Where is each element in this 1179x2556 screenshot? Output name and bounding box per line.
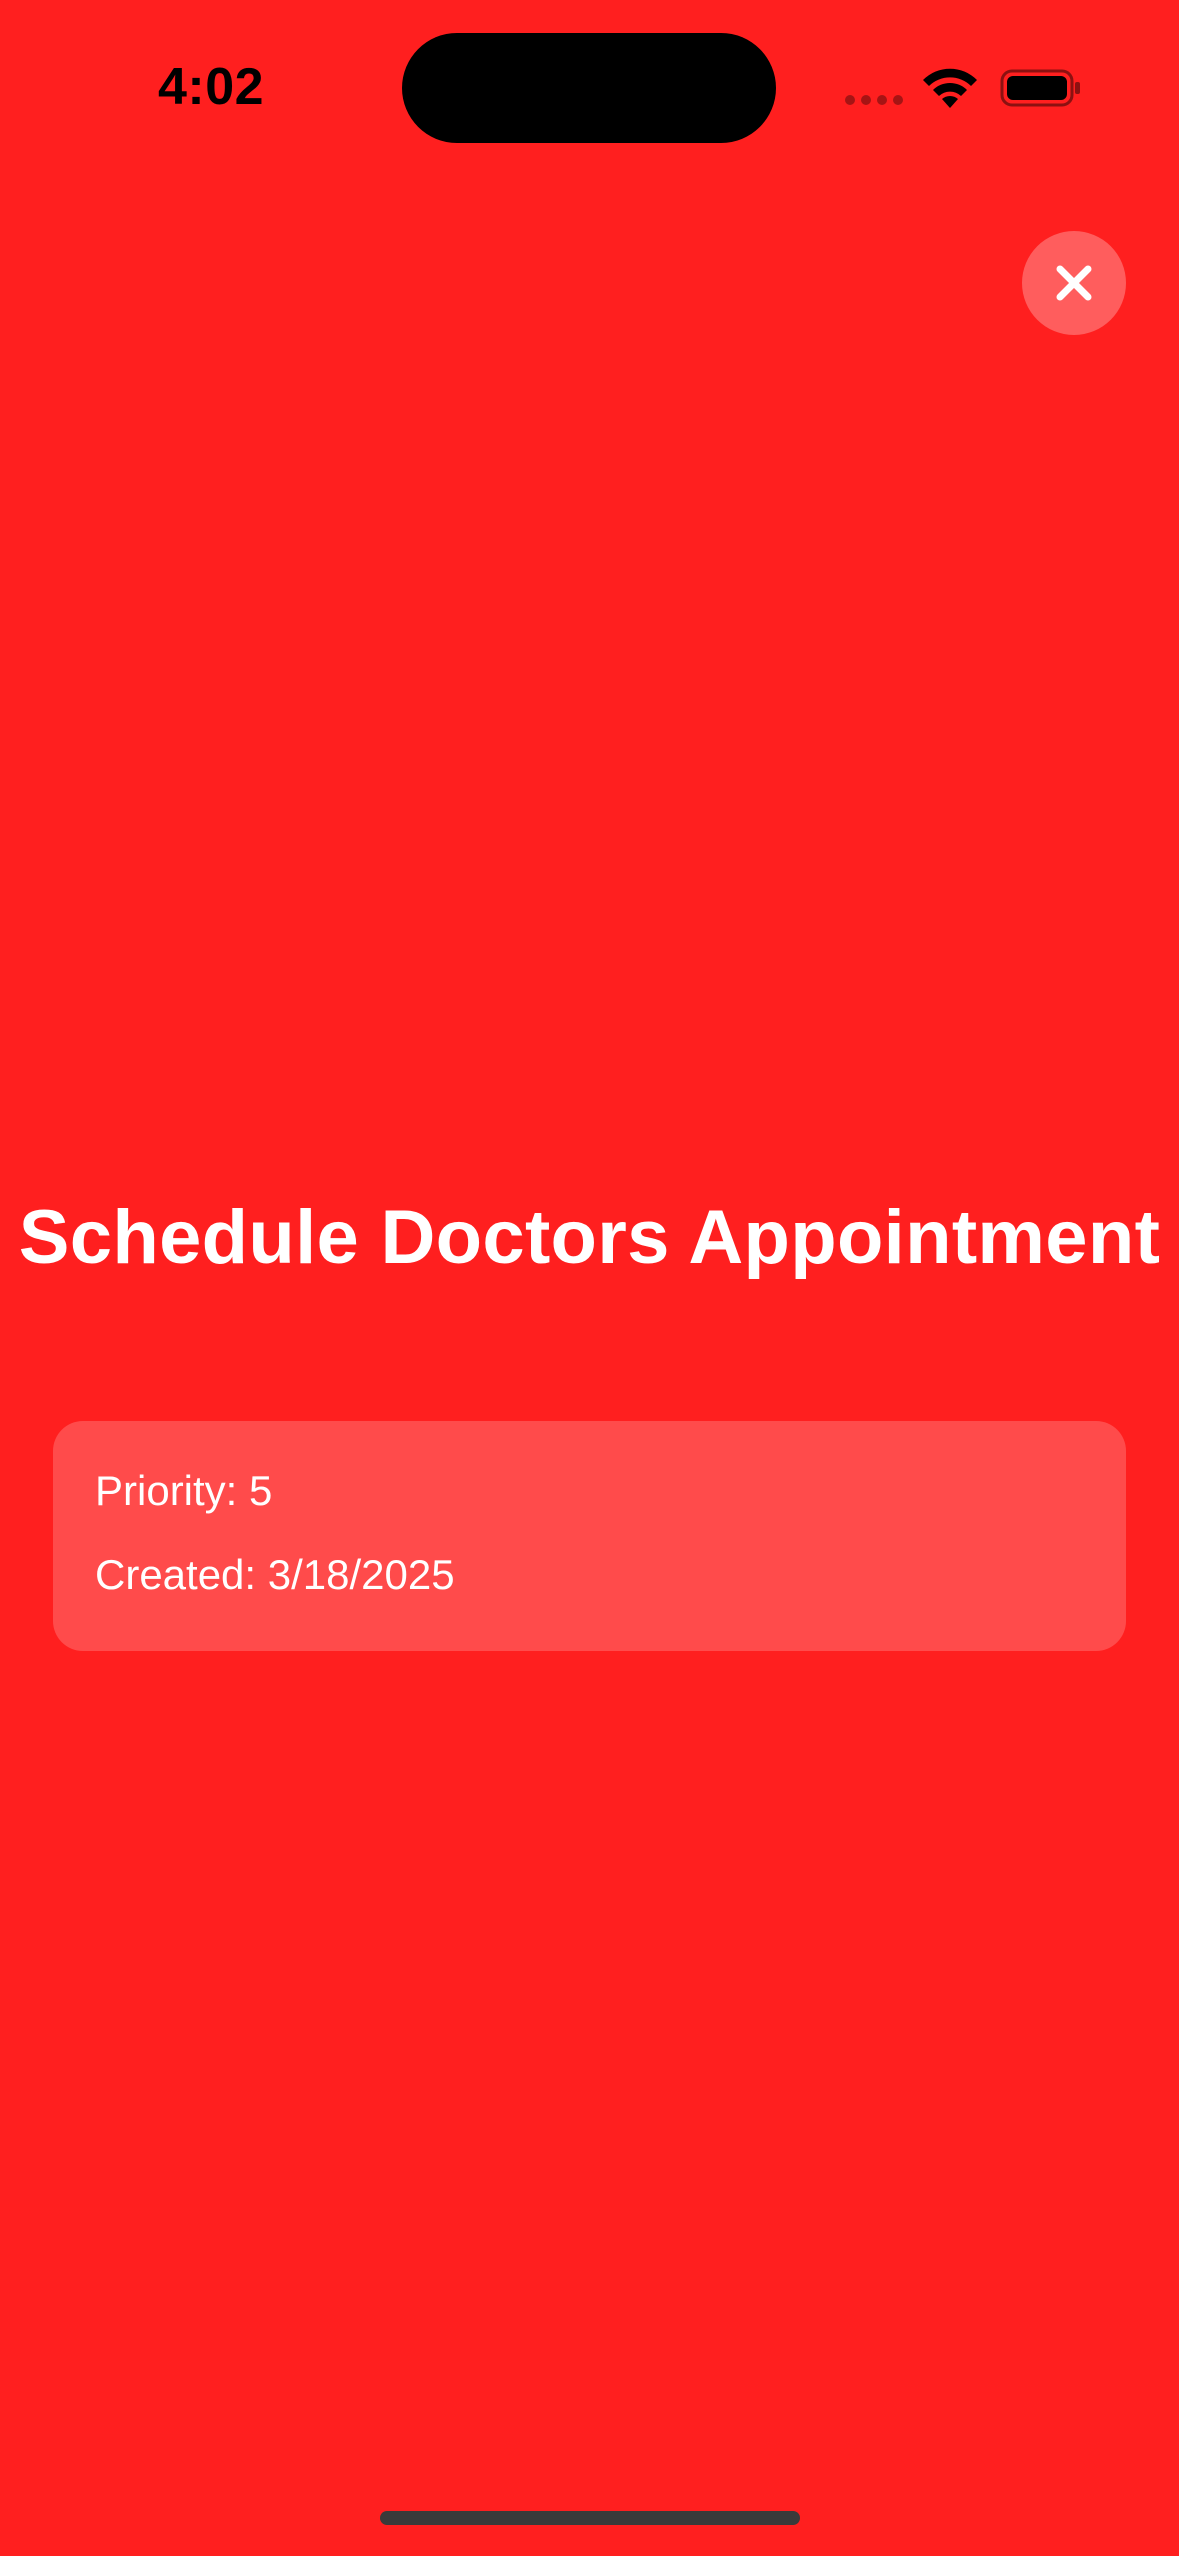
home-indicator[interactable] <box>380 2511 800 2525</box>
task-title: Schedule Doctors Appointment <box>18 1195 1161 1280</box>
cellular-signal-icon <box>845 95 905 107</box>
close-icon <box>1056 265 1092 301</box>
status-bar-time: 4:02 <box>158 58 265 116</box>
task-info-card: Priority: 5 Created: 3/18/2025 <box>53 1421 1126 1651</box>
wifi-icon <box>920 66 980 110</box>
dynamic-island <box>402 33 776 143</box>
priority-label: Priority: 5 <box>95 1467 273 1514</box>
task-detail-screen: 4:02 Schedule Doctors Appointment Priori… <box>0 0 1179 2556</box>
battery-icon <box>1000 68 1082 108</box>
created-date-label: Created: 3/18/2025 <box>95 1551 455 1598</box>
close-button[interactable] <box>1022 231 1126 335</box>
